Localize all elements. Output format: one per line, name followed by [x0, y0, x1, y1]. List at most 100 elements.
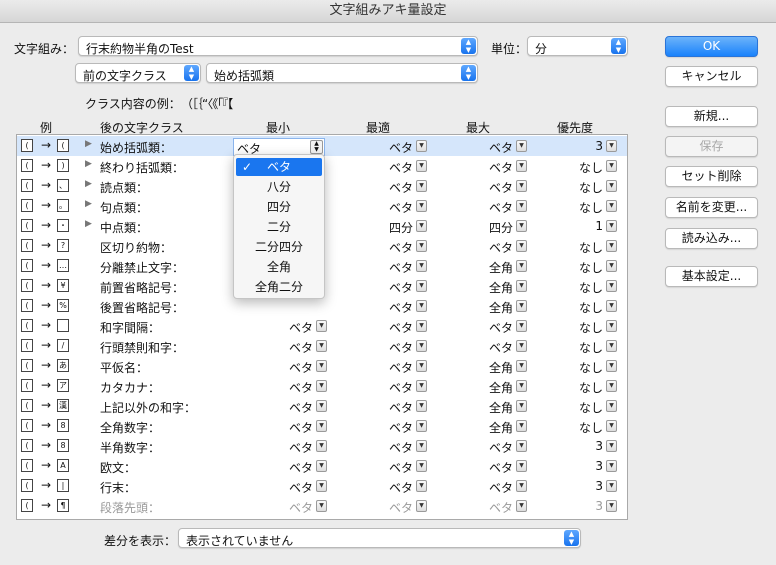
- opt-stepper-icon[interactable]: ▼: [416, 400, 427, 412]
- max-stepper-icon[interactable]: ▼: [516, 160, 527, 172]
- stepper-icon[interactable]: ▲ ▼: [310, 140, 323, 154]
- priority-stepper-icon[interactable]: ▼: [606, 460, 617, 472]
- ok-button[interactable]: OK: [665, 36, 758, 57]
- max-stepper-icon[interactable]: ▼: [516, 180, 527, 192]
- opt-stepper-icon[interactable]: ▼: [416, 260, 427, 272]
- menu-item[interactable]: 二分四分: [236, 238, 322, 256]
- menu-item[interactable]: 全角二分: [236, 278, 322, 296]
- opt-stepper-icon[interactable]: ▼: [416, 200, 427, 212]
- table-row[interactable]: (→ 8 全角数字： ベタ ▼ ベタ ▼ 全角 ▼ なし ▼: [17, 416, 627, 436]
- opt-stepper-icon[interactable]: ▼: [416, 220, 427, 232]
- opt-stepper-icon[interactable]: ▼: [416, 380, 427, 392]
- table-row[interactable]: (→ ¶ 段落先頭： ベタ ▼ ベタ ▼ ベタ ▼ 3 ▼: [17, 496, 627, 516]
- max-stepper-icon[interactable]: ▼: [516, 500, 527, 512]
- opt-stepper-icon[interactable]: ▼: [416, 340, 427, 352]
- table-row[interactable]: (→ A 欧文： ベタ ▼ ベタ ▼ ベタ ▼ 3 ▼: [17, 456, 627, 476]
- priority-stepper-icon[interactable]: ▼: [606, 440, 617, 452]
- priority-stepper-icon[interactable]: ▼: [606, 480, 617, 492]
- table-row[interactable]: (→% 後置省略記号： ベタ ▼ 全角 ▼ なし ▼: [17, 296, 627, 316]
- min-stepper-icon[interactable]: ▼: [316, 500, 327, 512]
- disclosure-triangle-icon[interactable]: ▶: [85, 199, 92, 209]
- opt-stepper-icon[interactable]: ▼: [416, 240, 427, 252]
- menu-item[interactable]: 全角: [236, 258, 322, 276]
- cancel-button[interactable]: キャンセル: [665, 66, 758, 87]
- priority-stepper-icon[interactable]: ▼: [606, 320, 617, 332]
- load-button[interactable]: 読み込み...: [665, 228, 758, 249]
- disclosure-triangle-icon[interactable]: ▶: [85, 179, 92, 189]
- max-stepper-icon[interactable]: ▼: [516, 460, 527, 472]
- table-row[interactable]: (→ 和字間隔： ベタ ▼ ベタ ▼ ベタ ▼ なし ▼: [17, 316, 627, 336]
- max-stepper-icon[interactable]: ▼: [516, 440, 527, 452]
- table-row[interactable]: (→ 漢上記以外の和字： ベタ ▼ ベタ ▼ 全角 ▼ なし ▼: [17, 396, 627, 416]
- opt-stepper-icon[interactable]: ▼: [416, 140, 427, 152]
- priority-stepper-icon[interactable]: ▼: [606, 360, 617, 372]
- max-stepper-icon[interactable]: ▼: [516, 280, 527, 292]
- opt-stepper-icon[interactable]: ▼: [416, 440, 427, 452]
- priority-stepper-icon[interactable]: ▼: [606, 260, 617, 272]
- mojigumi-select[interactable]: 行末約物半角のTest ▲ ▼: [78, 36, 478, 56]
- diff-select[interactable]: 表示されていません ▲ ▼: [178, 528, 581, 548]
- priority-stepper-icon[interactable]: ▼: [606, 160, 617, 172]
- menu-item[interactable]: ✓ ベタ: [236, 158, 322, 176]
- priority-stepper-icon[interactable]: ▼: [606, 380, 617, 392]
- table-row[interactable]: (→ 8 半角数字： ベタ ▼ ベタ ▼ ベタ ▼ 3 ▼: [17, 436, 627, 456]
- opt-stepper-icon[interactable]: ▼: [416, 480, 427, 492]
- priority-stepper-icon[interactable]: ▼: [606, 400, 617, 412]
- rename-button[interactable]: 名前を変更...: [665, 197, 758, 218]
- opt-stepper-icon[interactable]: ▼: [416, 460, 427, 472]
- table-row[interactable]: (→ アカタカナ： ベタ ▼ ベタ ▼ 全角 ▼ なし ▼: [17, 376, 627, 396]
- min-stepper-icon[interactable]: ▼: [316, 380, 327, 392]
- priority-stepper-icon[interactable]: ▼: [606, 280, 617, 292]
- table-row[interactable]: (→ | 行末： ベタ ▼ ベタ ▼ ベタ ▼ 3 ▼: [17, 476, 627, 496]
- prev-class-select[interactable]: 前の文字クラス ▲ ▼: [75, 63, 201, 83]
- priority-stepper-icon[interactable]: ▼: [606, 300, 617, 312]
- menu-item[interactable]: 四分: [236, 198, 322, 216]
- min-stepper-icon[interactable]: ▼: [316, 360, 327, 372]
- opt-stepper-icon[interactable]: ▼: [416, 180, 427, 192]
- priority-stepper-icon[interactable]: ▼: [606, 180, 617, 192]
- max-stepper-icon[interactable]: ▼: [516, 260, 527, 272]
- menu-item[interactable]: 八分: [236, 178, 322, 196]
- min-stepper-icon[interactable]: ▼: [316, 340, 327, 352]
- max-stepper-icon[interactable]: ▼: [516, 380, 527, 392]
- max-stepper-icon[interactable]: ▼: [516, 420, 527, 432]
- opt-stepper-icon[interactable]: ▼: [416, 500, 427, 512]
- priority-stepper-icon[interactable]: ▼: [606, 340, 617, 352]
- opt-stepper-icon[interactable]: ▼: [416, 160, 427, 172]
- max-stepper-icon[interactable]: ▼: [516, 480, 527, 492]
- priority-stepper-icon[interactable]: ▼: [606, 500, 617, 512]
- new-button[interactable]: 新規...: [665, 106, 758, 127]
- min-stepper-icon[interactable]: ▼: [316, 400, 327, 412]
- table-row[interactable]: (→ あ平仮名： ベタ ▼ ベタ ▼ 全角 ▼ なし ▼: [17, 356, 627, 376]
- priority-stepper-icon[interactable]: ▼: [606, 200, 617, 212]
- min-stepper-icon[interactable]: ▼: [316, 460, 327, 472]
- max-stepper-icon[interactable]: ▼: [516, 340, 527, 352]
- opt-stepper-icon[interactable]: ▼: [416, 420, 427, 432]
- max-stepper-icon[interactable]: ▼: [516, 400, 527, 412]
- min-stepper-icon[interactable]: ▼: [316, 440, 327, 452]
- max-stepper-icon[interactable]: ▼: [516, 200, 527, 212]
- disclosure-triangle-icon[interactable]: ▶: [85, 139, 92, 149]
- max-stepper-icon[interactable]: ▼: [516, 300, 527, 312]
- save-button[interactable]: 保存: [665, 136, 758, 157]
- opt-stepper-icon[interactable]: ▼: [416, 360, 427, 372]
- priority-stepper-icon[interactable]: ▼: [606, 140, 617, 152]
- opt-stepper-icon[interactable]: ▼: [416, 320, 427, 332]
- max-stepper-icon[interactable]: ▼: [516, 140, 527, 152]
- max-stepper-icon[interactable]: ▼: [516, 220, 527, 232]
- opt-stepper-icon[interactable]: ▼: [416, 280, 427, 292]
- opt-stepper-icon[interactable]: ▼: [416, 300, 427, 312]
- max-stepper-icon[interactable]: ▼: [516, 360, 527, 372]
- disclosure-triangle-icon[interactable]: ▶: [85, 159, 92, 169]
- priority-stepper-icon[interactable]: ▼: [606, 220, 617, 232]
- menu-item[interactable]: 二分: [236, 218, 322, 236]
- min-stepper-icon[interactable]: ▼: [316, 320, 327, 332]
- min-stepper-icon[interactable]: ▼: [316, 480, 327, 492]
- max-stepper-icon[interactable]: ▼: [516, 320, 527, 332]
- basic-settings-button[interactable]: 基本設定...: [665, 266, 758, 287]
- set-delete-button[interactable]: セット削除: [665, 166, 758, 187]
- priority-stepper-icon[interactable]: ▼: [606, 420, 617, 432]
- unit-select[interactable]: 分 ▲ ▼: [527, 36, 628, 56]
- min-stepper-icon[interactable]: ▼: [316, 420, 327, 432]
- table-row[interactable]: (→ / 行頭禁則和字： ベタ ▼ ベタ ▼ ベタ ▼ なし ▼: [17, 336, 627, 356]
